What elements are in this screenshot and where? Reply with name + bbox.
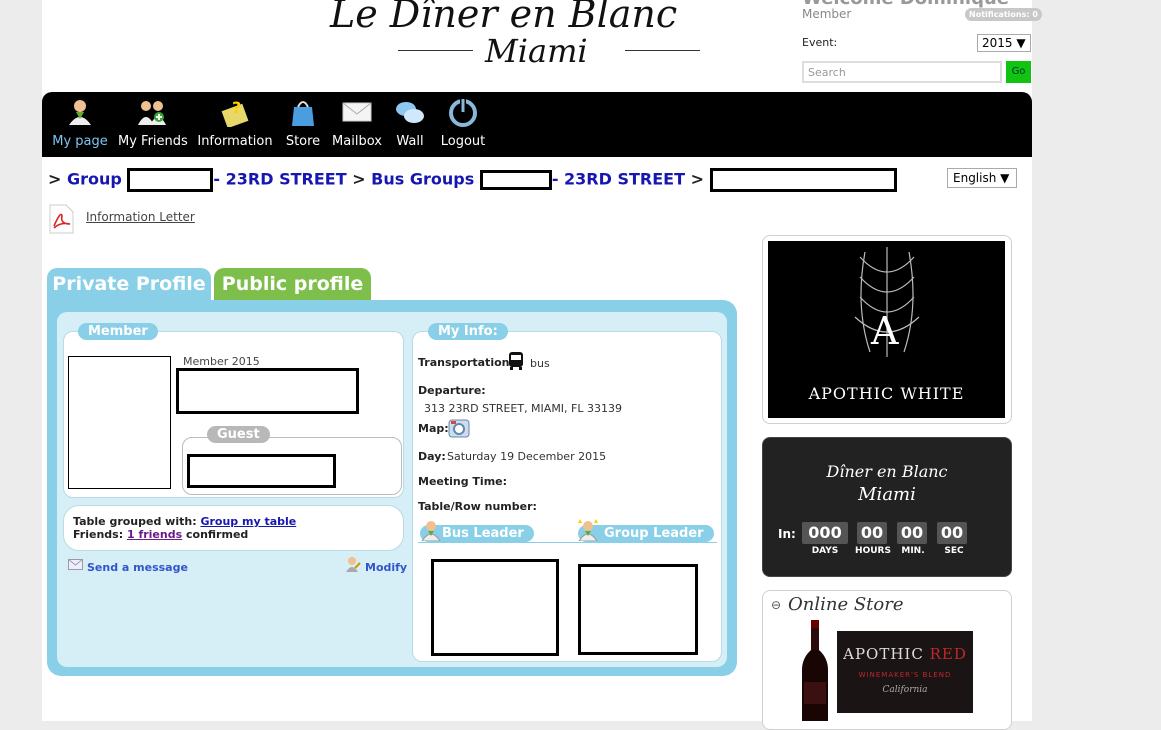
notifications-badge[interactable]: Notifications: 0 <box>965 8 1042 21</box>
redacted-block <box>479 170 552 190</box>
sponsor-ad[interactable]: A APOTHIC WHITE <box>768 241 1005 418</box>
breadcrumb-bus-groups-link[interactable]: Bus Groups <box>371 170 474 189</box>
logo-divider-right <box>625 50 700 51</box>
map-label: Map: <box>418 422 449 435</box>
event-select[interactable]: 2015 ▼ <box>977 34 1031 52</box>
day-label: Day: <box>418 450 446 463</box>
countdown-title2: Miami <box>858 484 916 505</box>
logo-line1: Le Dîner en Blanc <box>330 0 678 36</box>
departure-value: 313 23RD STREET, MIAMI, FL 33139 <box>424 402 622 415</box>
departure-label: Departure: <box>418 384 486 397</box>
group-my-table-link[interactable]: Group my table <box>200 515 296 528</box>
info-icon: ? <box>221 98 249 127</box>
countdown-in-label: In: <box>778 527 796 541</box>
go-button[interactable]: Go <box>1006 61 1031 83</box>
guest-title: Guest <box>207 426 270 443</box>
breadcrumb: > Group - 23RD STREET > Bus Groups - 23R… <box>48 168 897 192</box>
sec-label: SEC <box>944 546 964 556</box>
table-row-label: Table/Row number: <box>418 500 537 513</box>
avatar[interactable] <box>68 356 171 489</box>
countdown-days: 000 <box>802 522 850 544</box>
redacted-block <box>127 168 214 192</box>
countdown-hours: 00 <box>857 522 889 544</box>
days-label: DAYS <box>811 546 839 556</box>
member-label: Member <box>802 7 852 21</box>
redacted-block <box>187 454 336 488</box>
send-message-link[interactable]: Send a message <box>87 561 188 574</box>
nav-wall[interactable]: Wall <box>390 92 430 157</box>
leader-divider <box>418 542 717 543</box>
nav-store[interactable]: Store <box>282 92 324 157</box>
table-grouped-row: Table grouped with: Group my table <box>73 515 297 528</box>
logo-tm: ™ <box>677 0 687 3</box>
mail-icon <box>342 102 372 122</box>
ad-sub: WINEMAKER'S BLEND <box>858 671 952 679</box>
nav-my-page[interactable]: My page <box>52 92 108 157</box>
event-label: Event: <box>802 36 838 49</box>
friends-row: Friends: 1 friends confirmed <box>73 528 249 541</box>
search-input[interactable]: Search <box>802 61 1002 83</box>
bus-leader-icon <box>421 521 441 541</box>
countdown-sec: 00 <box>937 522 969 544</box>
breadcrumb-street-link[interactable]: - 23RD STREET <box>213 170 346 189</box>
map-icon[interactable] <box>448 417 470 439</box>
transportation-value: bus <box>530 357 550 370</box>
logo-divider-left <box>398 50 473 51</box>
store-bag-icon <box>292 101 314 126</box>
countdown-title1: Dîner en Blanc <box>826 462 948 481</box>
online-store-title: Online Store <box>788 594 904 615</box>
collapse-icon[interactable]: ⊖ <box>771 598 781 612</box>
nav-mailbox[interactable]: Mailbox <box>332 92 382 157</box>
nav-information[interactable]: ? Information <box>196 92 274 157</box>
bus-icon <box>509 352 523 370</box>
info-letter-link[interactable]: Information Letter <box>86 210 195 224</box>
member-title: Member <box>78 323 158 340</box>
envelope-icon <box>68 559 83 570</box>
breadcrumb-group-link[interactable]: Group <box>67 170 122 189</box>
bus-leader-photo[interactable] <box>431 559 559 656</box>
countdown-min: 00 <box>897 522 929 544</box>
group-leader-photo[interactable] <box>578 564 698 655</box>
power-icon <box>449 98 477 127</box>
ad-brand: APOTHIC RED <box>843 645 967 663</box>
svg-text:?: ? <box>232 98 241 117</box>
my-info-title: My Info: <box>428 323 508 340</box>
redacted-block <box>709 168 897 192</box>
hours-label: HOURS <box>855 546 891 556</box>
group-leader-icon <box>578 519 598 541</box>
redacted-block <box>176 368 359 414</box>
site-logo[interactable]: Le Dîner en Blanc™ Miami <box>330 0 730 72</box>
tab-public-profile[interactable]: Public profile <box>214 268 371 300</box>
member-year: Member 2015 <box>183 355 260 368</box>
tab-private-profile[interactable]: Private Profile <box>47 268 211 300</box>
pdf-icon <box>49 204 74 234</box>
logo-line2: Miami <box>485 32 588 70</box>
modify-link[interactable]: Modify <box>365 561 407 574</box>
breadcrumb-street2-link[interactable]: - 23RD STREET <box>552 170 685 189</box>
chat-bubbles-icon <box>396 102 424 123</box>
ad-sub2: California <box>882 685 928 695</box>
nav-logout[interactable]: Logout <box>438 92 488 157</box>
sponsor-letter: A <box>871 309 899 353</box>
meeting-time-label: Meeting Time: <box>418 475 508 488</box>
wine-ad[interactable]: APOTHIC RED WINEMAKER'S BLEND California <box>837 631 973 713</box>
day-value: Saturday 19 December 2015 <box>447 450 607 463</box>
edit-user-icon <box>346 557 361 572</box>
language-select[interactable]: English ▼ <box>947 168 1017 188</box>
countdown-panel <box>762 437 1012 577</box>
sponsor-brand: APOTHIC WHITE <box>808 384 965 403</box>
friends-icon <box>138 101 166 125</box>
wine-bottle-icon[interactable] <box>798 620 832 721</box>
main-nav: My page My Friends ? Information Store M… <box>42 92 1032 157</box>
min-label: MIN. <box>901 546 925 556</box>
nav-my-friends[interactable]: My Friends <box>118 92 188 157</box>
user-icon <box>69 100 91 125</box>
friends-link[interactable]: 1 friends <box>127 528 182 541</box>
transportation-label: Transportation: <box>418 356 514 369</box>
